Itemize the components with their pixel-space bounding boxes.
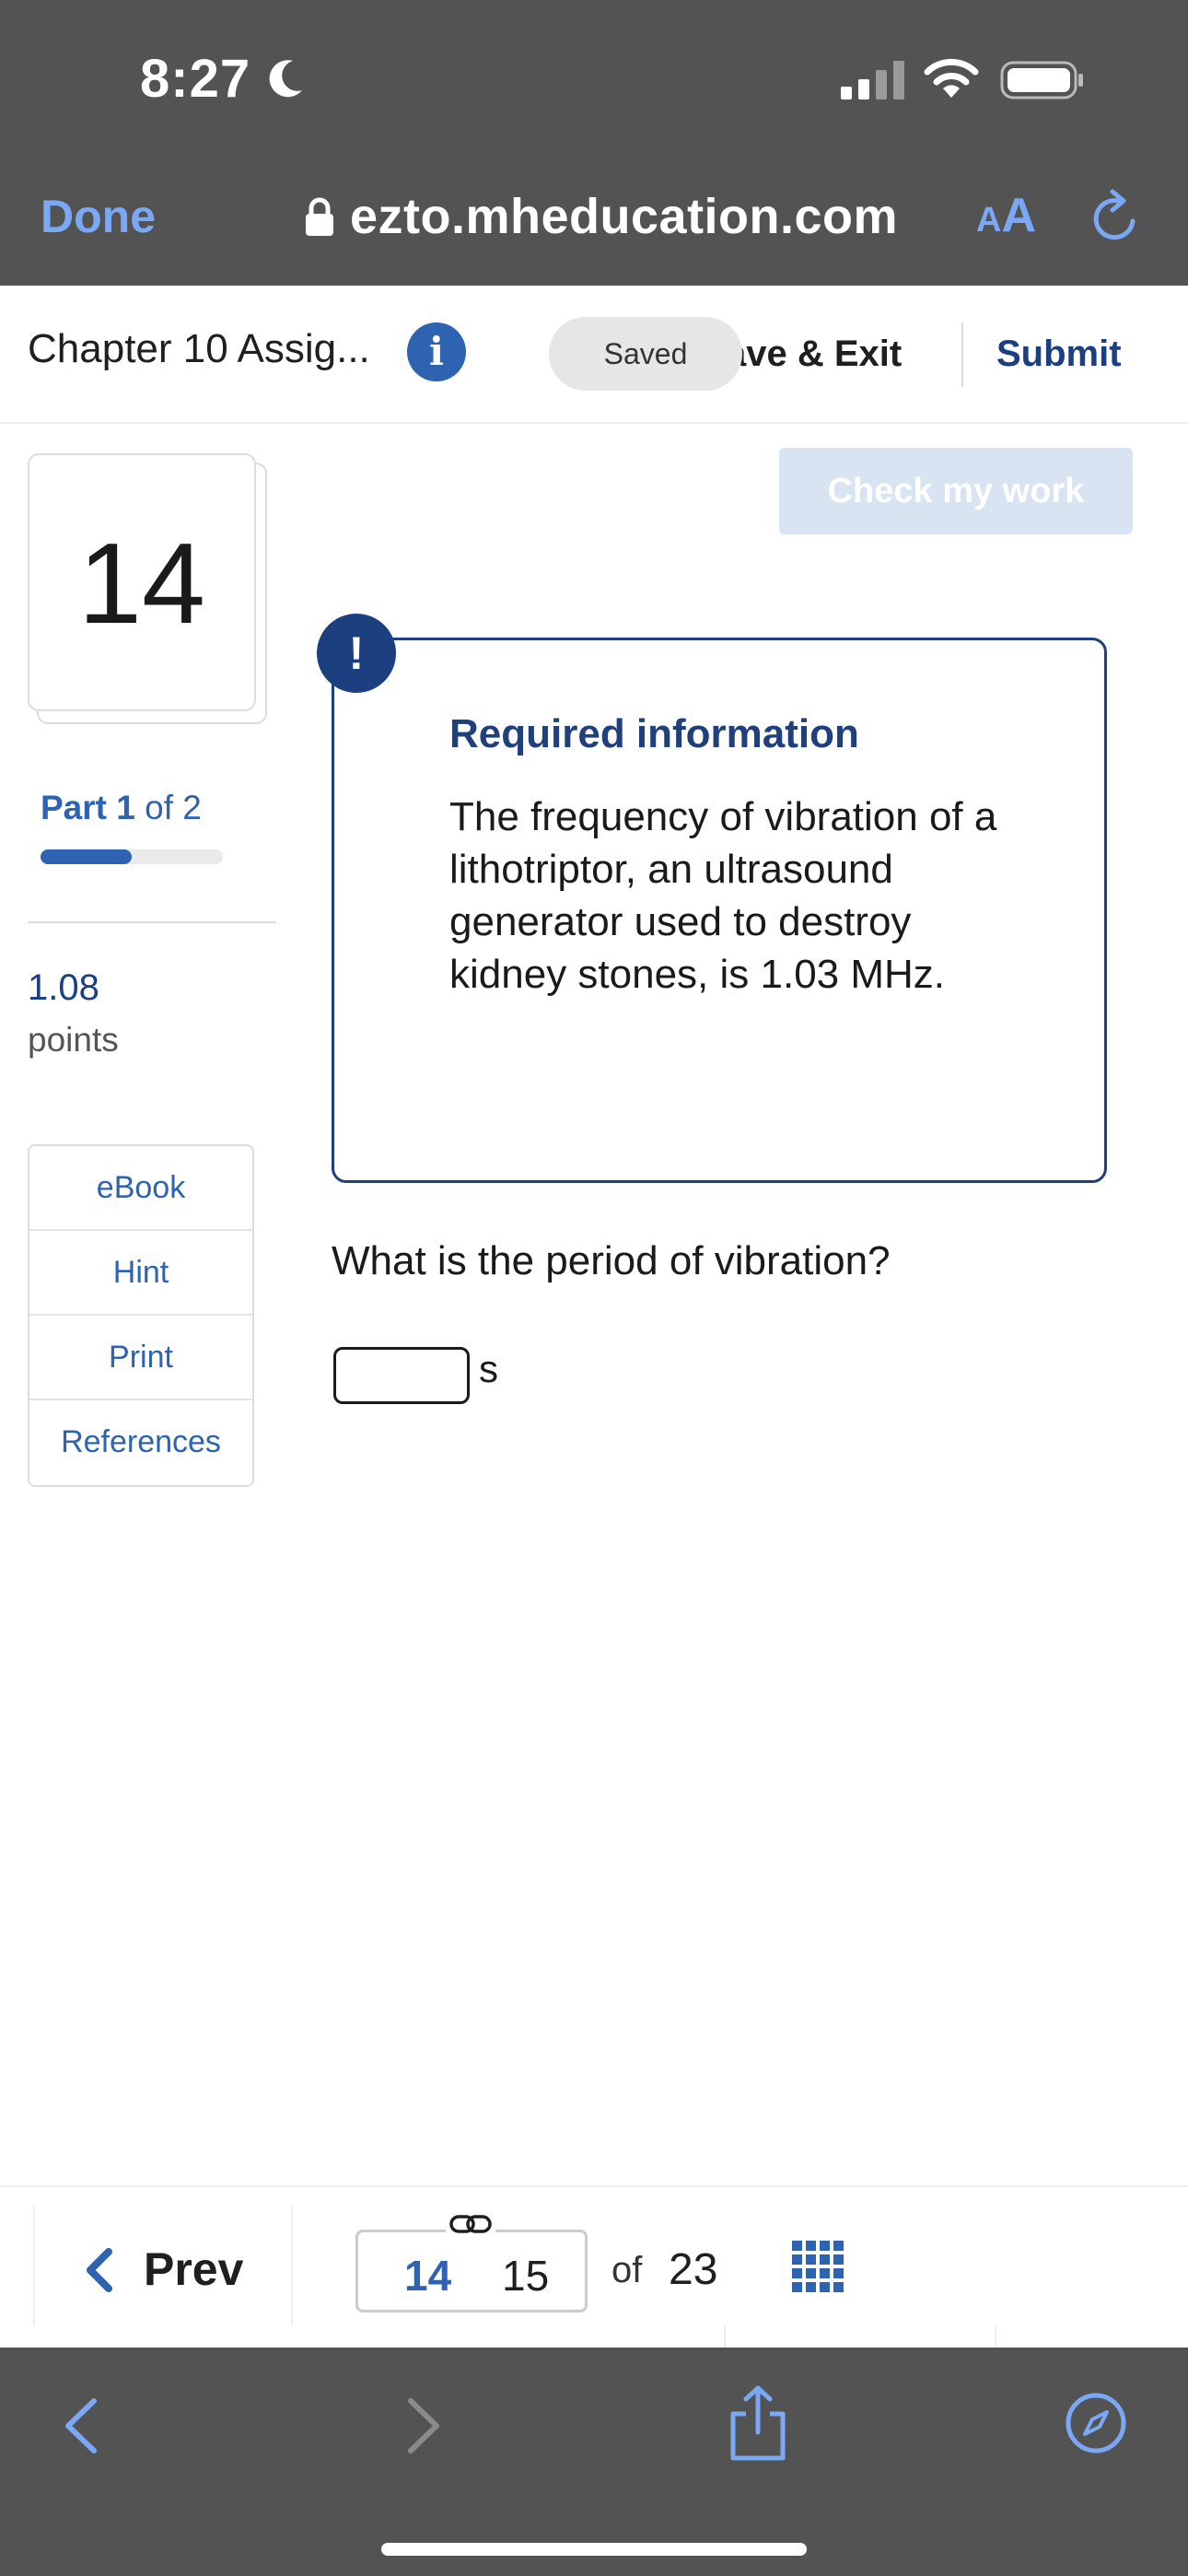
pager-divider bbox=[33, 2206, 35, 2325]
address-bar[interactable]: ezto.mheducation.com bbox=[304, 184, 898, 249]
answer-unit: s bbox=[479, 1347, 498, 1390]
forward-icon[interactable] bbox=[402, 2395, 446, 2456]
saved-toast: Saved bbox=[549, 317, 742, 391]
references-button[interactable]: References bbox=[29, 1400, 252, 1485]
required-info-text: The frequency of vibration of a lithotri… bbox=[449, 794, 997, 997]
pager-divider bbox=[995, 2325, 996, 2349]
pager-divider bbox=[724, 2325, 726, 2349]
prev-button[interactable]: Prev bbox=[144, 2242, 243, 2296]
tools-list: eBook Hint Print References bbox=[28, 1144, 254, 1487]
print-button[interactable]: Print bbox=[29, 1316, 252, 1400]
reload-icon[interactable] bbox=[1090, 186, 1142, 245]
pager-divider bbox=[291, 2206, 293, 2325]
lock-icon bbox=[306, 197, 333, 236]
signal-icon bbox=[841, 61, 904, 100]
check-my-work-button[interactable]: Check my work bbox=[779, 448, 1133, 534]
text-size-large-label: A bbox=[1001, 189, 1037, 242]
next-page[interactable]: 15 bbox=[502, 2251, 549, 2301]
part-of: of 2 bbox=[145, 789, 202, 826]
submit-button[interactable]: Submit bbox=[996, 334, 1122, 375]
assignment-header: Chapter 10 Assig... i ave & Exit Saved S… bbox=[0, 286, 1188, 424]
page-selector[interactable]: 14 15 bbox=[355, 2230, 588, 2313]
of-label: of bbox=[611, 2250, 643, 2290]
required-info-title: Required information bbox=[449, 711, 859, 756]
question-text: What is the period of vibration? bbox=[332, 1238, 891, 1283]
alert-icon: ! bbox=[317, 614, 396, 693]
part-word: Part bbox=[41, 789, 107, 826]
grid-icon[interactable] bbox=[792, 2241, 844, 2292]
browser-header: 8:27 Done ezto.mheducation.com AA bbox=[0, 0, 1188, 286]
points-label: points bbox=[28, 1021, 119, 1059]
answer-field[interactable] bbox=[333, 1347, 470, 1404]
wifi-icon bbox=[924, 58, 979, 98]
part-current: 1 bbox=[116, 789, 135, 826]
save-exit-button[interactable]: ave & Exit bbox=[726, 334, 902, 375]
part-progress-fill bbox=[41, 849, 132, 864]
battery-icon bbox=[1000, 61, 1083, 100]
assignment-title[interactable]: Chapter 10 Assig... bbox=[28, 326, 370, 372]
question-number: 14 bbox=[78, 521, 205, 648]
link-icon bbox=[446, 2209, 495, 2239]
url-text: ezto.mheducation.com bbox=[350, 189, 899, 244]
question-pager: Prev 14 15 of 23 bbox=[0, 2185, 1188, 2349]
done-button[interactable]: Done bbox=[41, 190, 156, 243]
home-indicator bbox=[381, 2543, 807, 2556]
part-progress-bar bbox=[41, 849, 223, 864]
share-icon[interactable] bbox=[728, 2384, 788, 2462]
status-time: 8:27 bbox=[140, 49, 251, 109]
total-pages: 23 bbox=[669, 2245, 718, 2294]
left-divider bbox=[28, 921, 276, 923]
text-size-button[interactable]: AA bbox=[976, 188, 1036, 243]
moon-icon bbox=[269, 60, 302, 98]
ebook-button[interactable]: eBook bbox=[29, 1146, 252, 1231]
part-indicator: Part 1 of 2 bbox=[41, 789, 202, 827]
safari-toolbar bbox=[0, 2348, 1188, 2576]
info-icon[interactable]: i bbox=[407, 322, 466, 381]
question-number-card: 14 bbox=[28, 453, 256, 711]
back-icon[interactable] bbox=[59, 2395, 103, 2456]
header-divider bbox=[961, 322, 963, 387]
text-size-small-label: A bbox=[976, 201, 1002, 240]
points-value: 1.08 bbox=[28, 967, 99, 1008]
chevron-left-icon[interactable] bbox=[83, 2246, 116, 2294]
hint-button[interactable]: Hint bbox=[29, 1231, 252, 1316]
current-page[interactable]: 14 bbox=[404, 2251, 451, 2301]
compass-icon[interactable] bbox=[1065, 2392, 1127, 2454]
